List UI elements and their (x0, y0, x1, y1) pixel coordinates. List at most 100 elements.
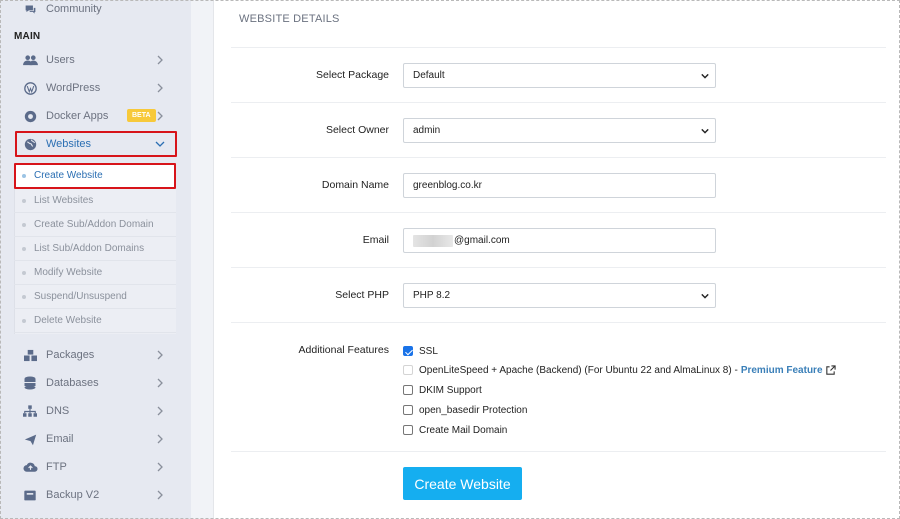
chevron-right-icon (157, 350, 163, 360)
package-label: Select Package (316, 69, 389, 81)
submenu-item-create-website[interactable]: Create Website (14, 164, 176, 188)
docker-icon (22, 108, 38, 124)
submenu-item-list-sub-addon-domains[interactable]: List Sub/Addon Domains (14, 237, 176, 261)
feature-label: SSL (419, 345, 438, 357)
create-website-button[interactable]: Create Website (403, 467, 522, 500)
submenu-item-list-websites[interactable]: List Websites (14, 189, 176, 213)
feature-label: DKIM Support (419, 384, 482, 396)
sidebar-item-label: Backup V2 (46, 489, 100, 501)
bullet-icon (22, 318, 26, 323)
feature-create-mail-domain[interactable]: Create Mail Domain (403, 423, 507, 437)
cloud-upload-icon (22, 459, 38, 475)
chevron-right-icon (157, 434, 163, 444)
submenu-item-label: List Sub/Addon Domains (34, 243, 145, 254)
users-icon (22, 52, 38, 68)
sidebar-item-websites[interactable]: Websites (14, 131, 176, 157)
feature-dkim[interactable]: DKIM Support (403, 383, 482, 397)
owner-select[interactable]: admin (403, 118, 716, 143)
chevron-down-icon (701, 73, 709, 79)
features-label: Additional Features (298, 344, 389, 356)
sidebar-item-label: Packages (46, 349, 95, 361)
submenu-item-create-sub-addon-domain[interactable]: Create Sub/Addon Domain (14, 213, 176, 237)
submenu-item-label: Create Website (34, 170, 103, 181)
submenu-item-suspend-unsuspend[interactable]: Suspend/Unsuspend (14, 285, 176, 309)
sidebar-item-ftp[interactable]: FTP (14, 454, 176, 480)
sidebar-item-label: Docker Apps (46, 110, 109, 122)
divider (231, 212, 886, 213)
database-icon (22, 375, 38, 391)
sidebar-item-users[interactable]: Users (14, 47, 176, 73)
sidebar-item-label: DNS (46, 405, 70, 417)
domain-input-value: greenblog.co.kr (413, 180, 482, 191)
ssl-checkbox[interactable] (403, 346, 413, 356)
package-select[interactable]: Default (403, 63, 716, 88)
sidebar-item-email[interactable]: Email (14, 426, 176, 452)
sidebar-item-packages[interactable]: Packages (14, 342, 176, 368)
php-label: Select PHP (335, 289, 389, 301)
php-select[interactable]: PHP 8.2 (403, 283, 716, 308)
sidebar-item-label: Community (46, 3, 102, 15)
redacted-email-user (413, 234, 453, 247)
sidebar-item-backup-v2[interactable]: Backup V2 (14, 482, 176, 508)
domain-label: Domain Name (321, 179, 389, 191)
email-label: Email (362, 234, 389, 246)
submenu-item-delete-website[interactable]: Delete Website (14, 309, 176, 333)
sidebar-item-label: Databases (46, 377, 99, 389)
open-basedir-checkbox[interactable] (403, 405, 413, 415)
chevron-down-icon (701, 128, 709, 134)
submenu-item-label: Modify Website (34, 267, 103, 278)
chevron-down-icon (155, 141, 165, 147)
sidebar-item-docker-apps[interactable]: Docker Apps BETA (14, 103, 176, 129)
bullet-icon (22, 270, 26, 275)
sidebar-item-label: Users (46, 54, 75, 66)
owner-select-value: admin (413, 125, 441, 136)
openlitespeed-checkbox (403, 365, 413, 375)
bullet-icon (22, 246, 26, 251)
submenu-item-modify-website[interactable]: Modify Website (14, 261, 176, 285)
submenu-item-label: List Websites (34, 195, 94, 206)
feature-label: open_basedir Protection (419, 404, 528, 416)
feature-ssl[interactable]: SSL (403, 344, 438, 358)
divider (231, 102, 886, 103)
sidebar-item-community[interactable]: Community (14, 0, 176, 22)
chevron-right-icon (157, 83, 163, 93)
sidebar: Community MAIN Users WordPress Docker Ap… (0, 0, 191, 519)
bullet-icon (22, 198, 26, 203)
divider (231, 451, 886, 452)
feature-open-basedir[interactable]: open_basedir Protection (403, 403, 527, 417)
feature-openlitespeed-apache: OpenLiteSpeed + Apache (Backend) (For Ub… (403, 363, 836, 377)
package-select-value: Default (413, 70, 445, 81)
external-link-icon[interactable] (825, 364, 836, 376)
owner-label: Select Owner (325, 124, 389, 136)
sidebar-item-wordpress[interactable]: WordPress (14, 75, 176, 101)
chat-icon (22, 1, 38, 17)
backup-icon (22, 487, 38, 503)
chevron-right-icon (157, 490, 163, 500)
email-input[interactable]: @gmail.com (403, 228, 716, 253)
globe-icon (22, 136, 38, 152)
sidebar-item-label: Email (46, 433, 74, 445)
php-select-value: PHP 8.2 (413, 290, 451, 301)
mail-domain-checkbox[interactable] (403, 425, 413, 435)
submenu-item-label: Delete Website (34, 315, 102, 326)
divider (231, 322, 886, 323)
sidebar-item-dns[interactable]: DNS (14, 398, 176, 424)
sidebar-item-databases[interactable]: Databases (14, 370, 176, 396)
divider (231, 47, 886, 48)
premium-feature-link[interactable]: Premium Feature (741, 365, 823, 376)
domain-input[interactable]: greenblog.co.kr (403, 173, 716, 198)
chevron-right-icon (157, 111, 163, 121)
chevron-right-icon (157, 55, 163, 65)
sidebar-item-label: FTP (46, 461, 67, 473)
dkim-checkbox[interactable] (403, 385, 413, 395)
bullet-icon (22, 222, 26, 227)
divider (231, 157, 886, 158)
feature-label: Create Mail Domain (419, 424, 508, 436)
submenu-item-label: Create Sub/Addon Domain (34, 219, 154, 230)
chevron-right-icon (157, 406, 163, 416)
sidebar-item-label: WordPress (46, 82, 101, 94)
beta-badge: BETA (127, 109, 156, 122)
sitemap-icon (22, 403, 38, 419)
packages-icon (22, 347, 38, 363)
divider (231, 267, 886, 268)
